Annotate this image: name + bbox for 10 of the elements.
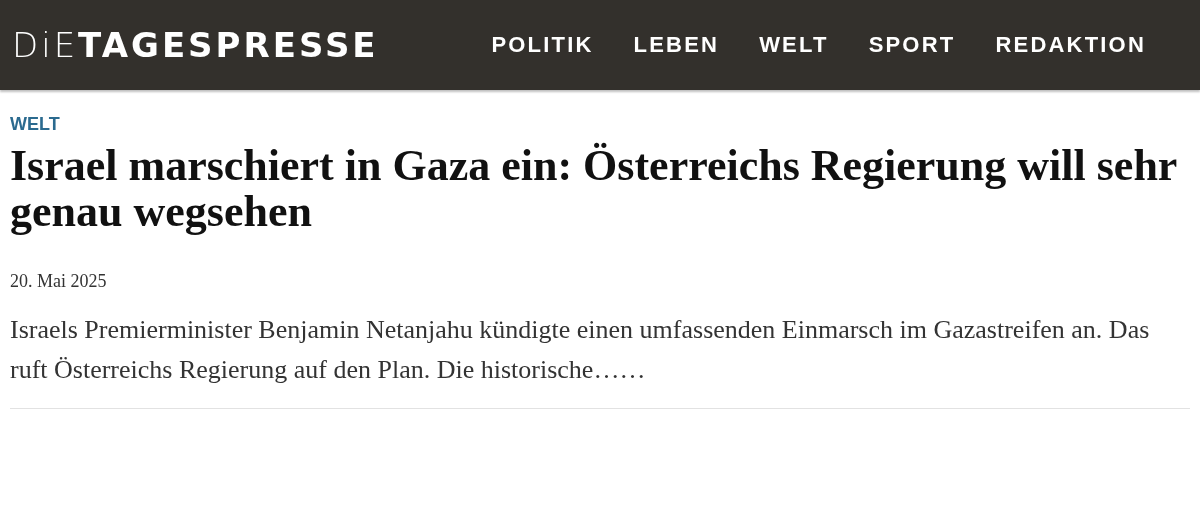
nav-link[interactable]: LEBEN — [633, 32, 720, 58]
article-teaser: Israels Premierminister Benjamin Netanjahu kündigte einen umfassenden Einmarsch im Gazastreifen an. Das ruft Österreichs Regierung auf den Plan. Die historische…… — [10, 310, 1190, 409]
nav-link[interactable]: REDAKTION — [995, 32, 1146, 58]
article-date: 20. Mai 2025 — [10, 271, 108, 292]
site-logo[interactable]: DiETAGESPRESSE — [12, 25, 379, 65]
category-link[interactable]: WELT — [10, 114, 60, 135]
nav-link[interactable]: POLITIK — [491, 32, 594, 58]
article-title: Israel marschiert in Gaza ein: Österreichs Regierung will sehr genau wegsehen — [10, 143, 1178, 235]
nav-link[interactable]: SPORT — [868, 32, 956, 58]
nav-link[interactable]: WELT — [759, 32, 829, 58]
